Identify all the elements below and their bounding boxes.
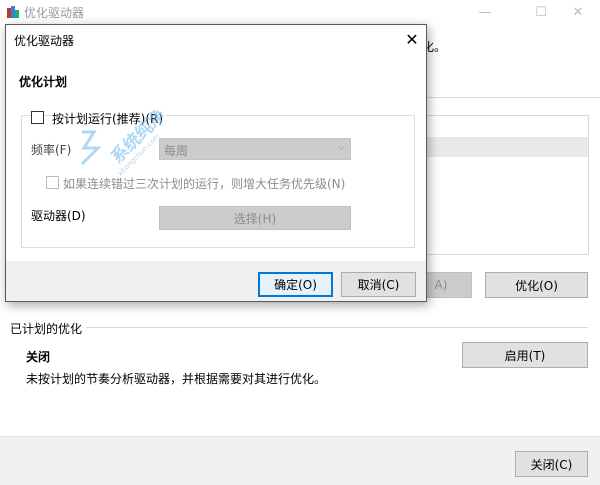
minimize-icon[interactable]: — bbox=[462, 0, 508, 24]
scheduled-status: 关闭 bbox=[26, 350, 51, 364]
ok-button[interactable]: 确定(O) bbox=[258, 272, 333, 297]
divider bbox=[86, 327, 588, 328]
close-button[interactable]: 关闭(C) bbox=[515, 451, 588, 477]
cancel-button[interactable]: 取消(C) bbox=[341, 272, 416, 297]
scheduled-optimization-label: 已计划的优化 bbox=[10, 322, 83, 336]
dialog-titlebar: 优化驱动器 ✕ bbox=[6, 25, 426, 53]
main-window-title: 优化驱动器 bbox=[24, 6, 85, 20]
scheduled-description: 未按计划的节奏分析驱动器，并根据需要对其进行优化。 bbox=[26, 372, 327, 386]
frequency-select[interactable]: 每周 ⌵ bbox=[159, 138, 351, 160]
section-heading: 优化计划 bbox=[19, 75, 68, 89]
chevron-down-icon: ⌵ bbox=[337, 142, 345, 153]
frequency-value: 每周 bbox=[164, 144, 189, 158]
bottom-bar bbox=[0, 436, 600, 485]
run-on-schedule-label[interactable]: 按计划运行(推荐)(R) bbox=[50, 110, 167, 127]
dialog-close-icon[interactable]: ✕ bbox=[402, 29, 422, 49]
increase-priority-checkbox[interactable] bbox=[46, 176, 59, 189]
enable-button[interactable]: 启用(T) bbox=[462, 342, 588, 368]
divider bbox=[420, 97, 600, 98]
drives-label: 驱动器(D) bbox=[31, 209, 86, 223]
dialog-title: 优化驱动器 bbox=[14, 34, 75, 48]
optimization-schedule-dialog: 优化驱动器 ✕ 优化计划 按计划运行(推荐)(R) 频率(F) 每周 ⌵ 如果连… bbox=[5, 24, 427, 302]
optimize-button[interactable]: 优化(O) bbox=[485, 272, 588, 298]
run-on-schedule-checkbox[interactable] bbox=[31, 111, 44, 124]
main-titlebar: 优化驱动器 — ☐ ✕ bbox=[0, 0, 600, 24]
increase-priority-label: 如果连续错过三次计划的运行，则增大任务优先级(N) bbox=[63, 177, 346, 191]
select-drives-button[interactable]: 选择(H) bbox=[159, 206, 351, 230]
app-icon bbox=[7, 6, 19, 18]
drive-list[interactable] bbox=[423, 115, 589, 255]
window-close-icon[interactable]: ✕ bbox=[555, 0, 600, 24]
frequency-label: 频率(F) bbox=[31, 143, 72, 157]
drive-list-selected-row[interactable] bbox=[424, 137, 588, 157]
